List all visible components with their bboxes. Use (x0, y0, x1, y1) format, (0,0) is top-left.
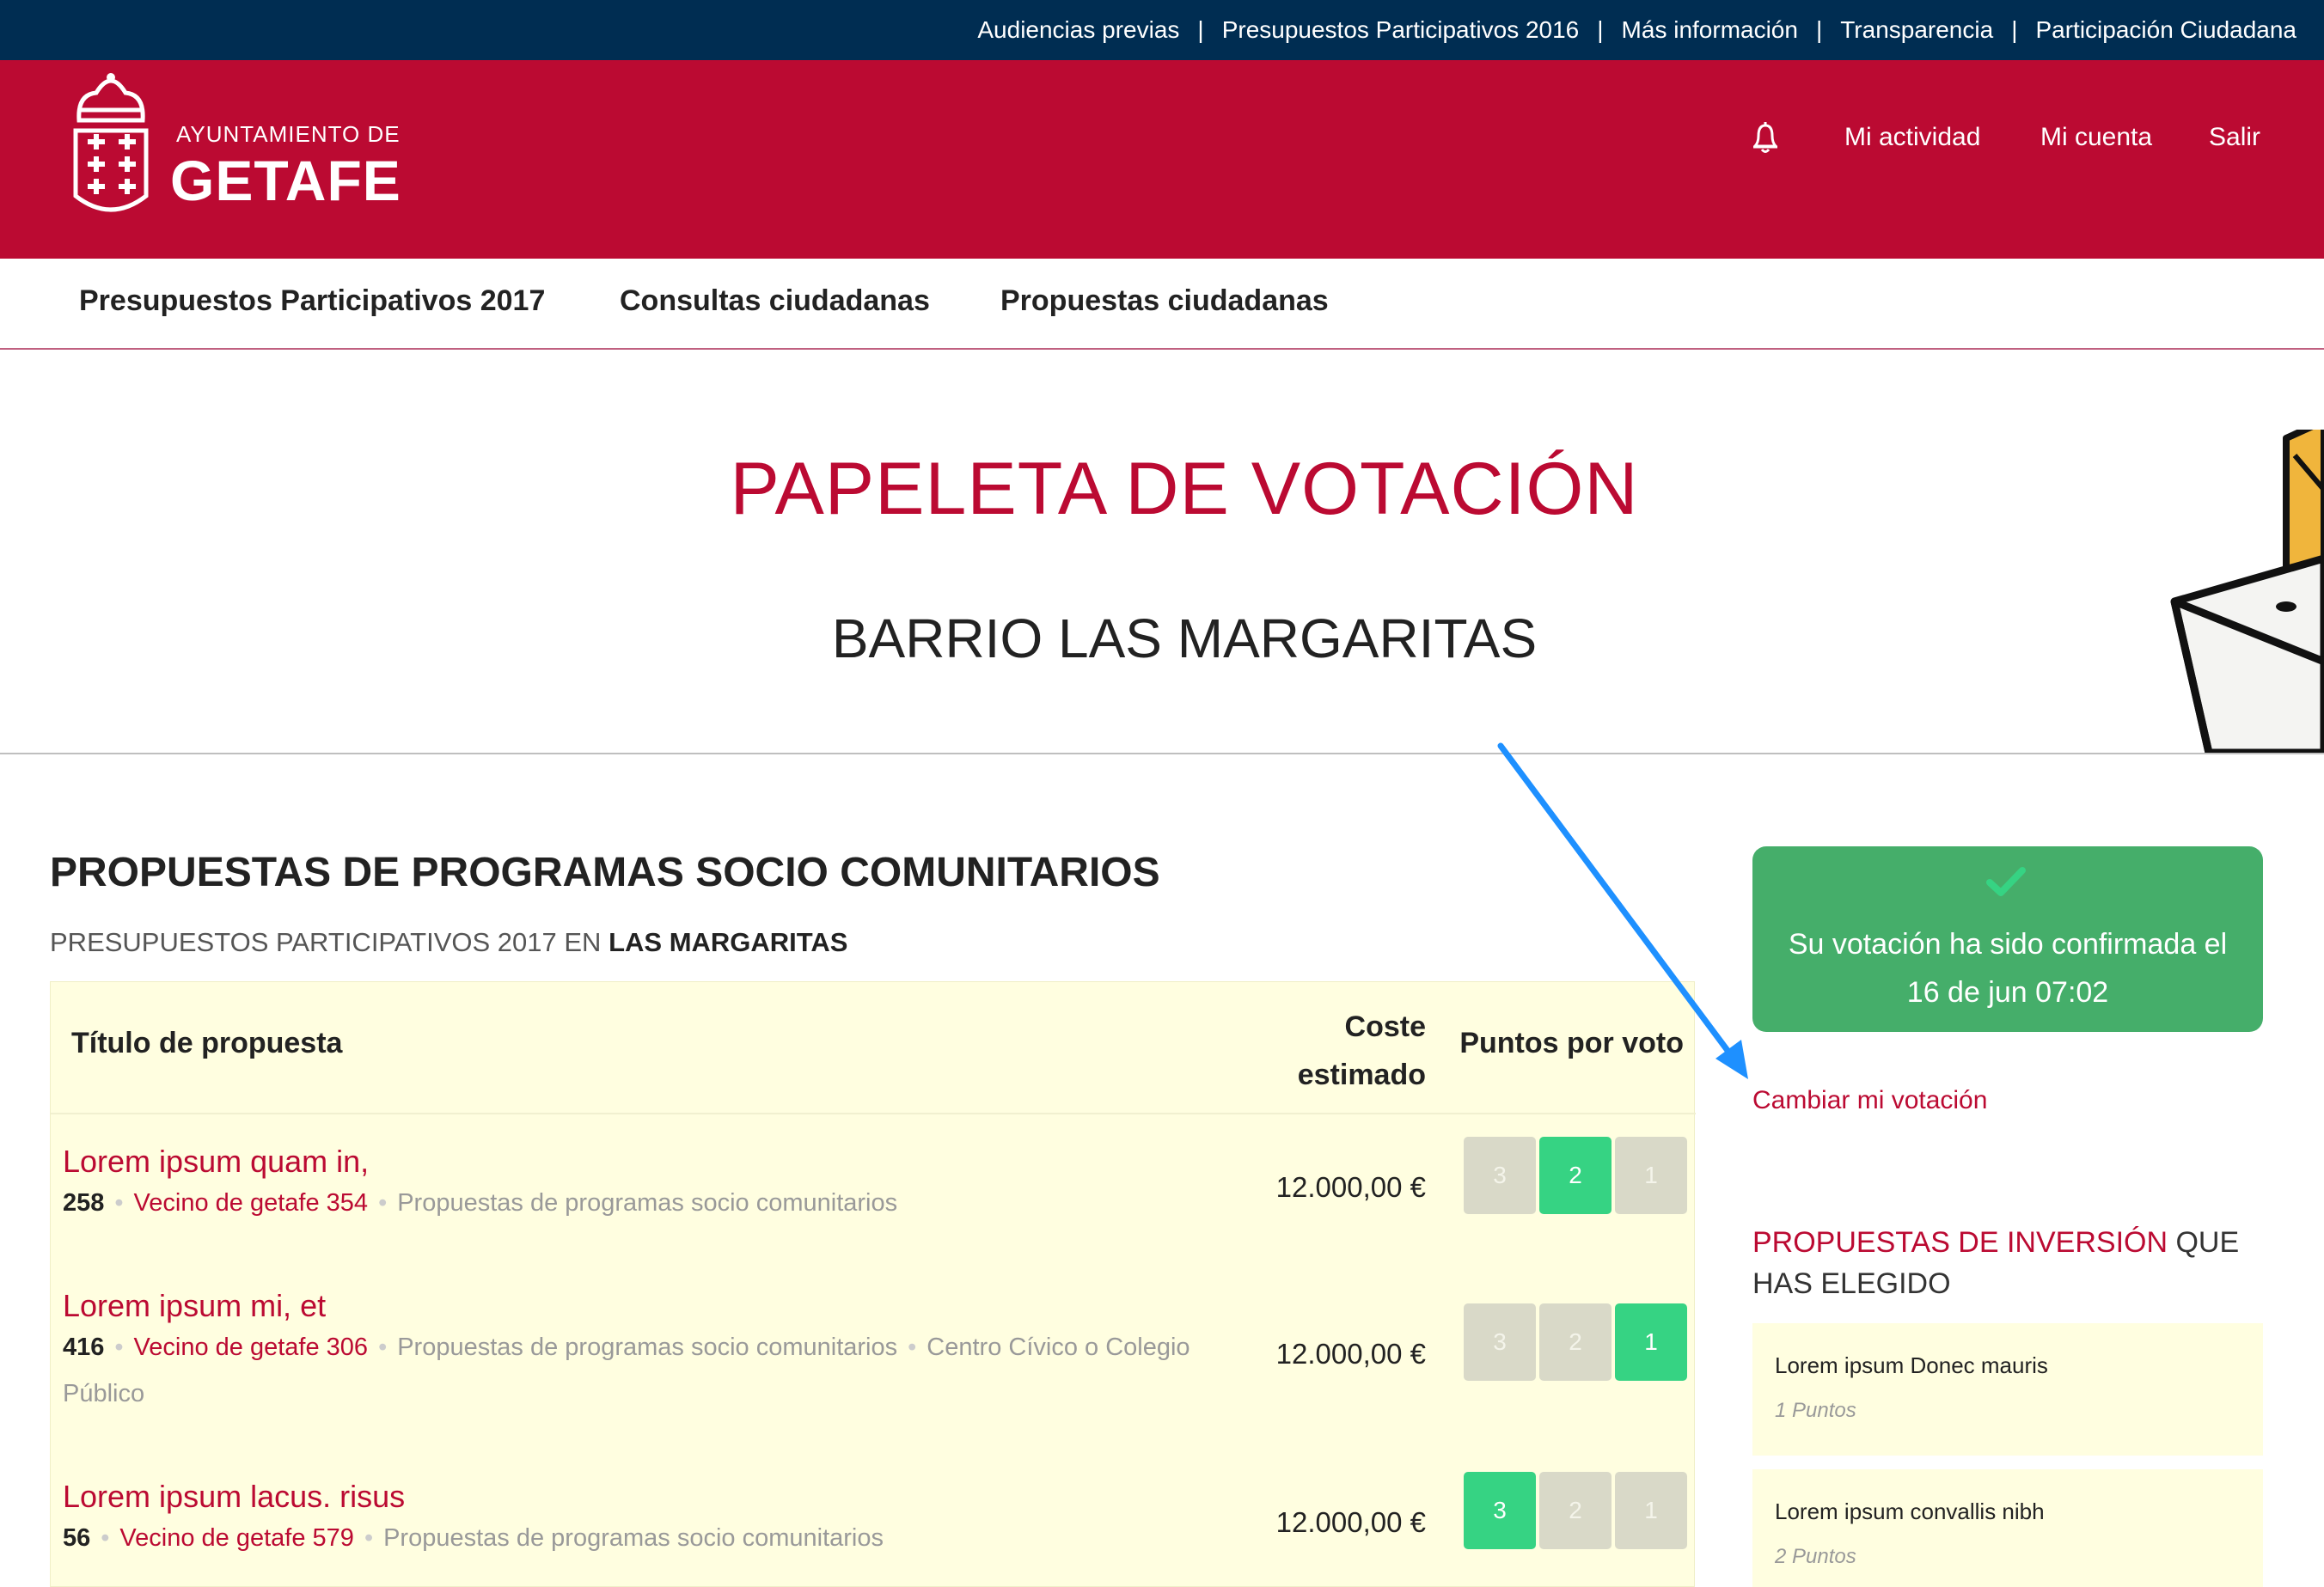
logo-caption: AYUNTAMIENTO DE (176, 121, 401, 147)
vote-confirmation-box: Su votación ha sido confirmada el 16 de … (1752, 846, 2263, 1032)
points-button-3[interactable]: 3 (1464, 1303, 1536, 1381)
top-links: Audiencias previas | Presupuestos Partic… (977, 0, 2296, 60)
proposal-meta: 258 • Vecino de getafe 354 • Propuestas de p… (63, 1180, 1197, 1226)
proposal-number: 56 (63, 1524, 91, 1552)
section-subtitle: PRESUPUESTOS PARTICIPATIVOS 2017 EN LAS … (50, 927, 848, 958)
proposal-cost: 12.000,00 € (1275, 1338, 1426, 1370)
change-vote-link[interactable]: Cambiar mi votación (1752, 1086, 1987, 1115)
proposal-category: Propuestas de programas socio comunitari… (397, 1334, 898, 1361)
chosen-proposal-card[interactable]: Lorem ipsum convallis nibh 2 Puntos (1752, 1469, 2263, 1587)
top-link-participacion[interactable]: Participación Ciudadana (2035, 16, 2296, 44)
proposal-category: Propuestas de programas socio comunitari… (383, 1524, 884, 1552)
chosen-proposal-name: Lorem ipsum Donec mauris (1775, 1352, 2048, 1378)
meta-dot: • (114, 1334, 124, 1361)
header-divider (51, 1113, 1696, 1114)
proposal-number: 416 (63, 1334, 105, 1361)
check-icon (1986, 867, 2026, 896)
annotation-arrow-icon (1497, 742, 1748, 1079)
separator: | (1815, 16, 1823, 43)
top-link-transparencia[interactable]: Transparencia (1840, 16, 1993, 44)
proposal-author-link[interactable]: Vecino de getafe 306 (134, 1334, 369, 1361)
separator: | (2011, 16, 2018, 43)
header-cost-line2: estimado (1297, 1059, 1426, 1091)
chosen-proposal-card[interactable]: Lorem ipsum Donec mauris 1 Puntos (1752, 1323, 2263, 1456)
proposal-author-link[interactable]: Vecino de getafe 354 (134, 1189, 369, 1217)
bell-icon[interactable] (1750, 120, 1781, 155)
confirmation-message: Su votación ha sido confirmada el 16 de … (1752, 920, 2263, 1016)
proposal-title-link[interactable]: Lorem ipsum quam in, (63, 1144, 369, 1180)
points-selector: 3 2 1 (1464, 1137, 1687, 1214)
page-title: PAPELETA DE VOTACIÓN (730, 448, 1639, 530)
getafe-crest-icon[interactable] (70, 69, 151, 222)
proposals-table: Título de propuesta Coste estimado Punto… (50, 981, 1696, 1587)
proposal-number: 258 (63, 1189, 105, 1217)
top-bar: Audiencias previas | Presupuestos Partic… (0, 0, 2324, 60)
nav-mi-cuenta[interactable]: Mi cuenta (2040, 120, 2152, 155)
proposal-cost: 12.000,00 € (1275, 1506, 1426, 1538)
top-link-audiencias[interactable]: Audiencias previas (977, 16, 1179, 44)
proposal-meta: 416 • Vecino de getafe 306 • Propuestas de p… (63, 1324, 1197, 1417)
nav-mi-actividad[interactable]: Mi actividad (1844, 120, 1980, 155)
points-button-1[interactable]: 1 (1615, 1303, 1687, 1381)
points-button-2[interactable]: 2 (1539, 1303, 1612, 1381)
meta-dot: • (378, 1334, 388, 1361)
points-button-3[interactable]: 3 (1464, 1137, 1536, 1214)
header-cost: Coste estimado (1168, 1003, 1426, 1099)
separator: | (1597, 16, 1604, 43)
proposal-author-link[interactable]: Vecino de getafe 579 (119, 1524, 354, 1552)
chosen-proposals-title: PROPUESTAS DE INVERSIÓN QUE HAS ELEGIDO (1752, 1222, 2263, 1304)
points-selector: 3 2 1 (1464, 1472, 1687, 1549)
header-cost-line1: Coste (1344, 1010, 1426, 1043)
chosen-proposal-points: 2 Puntos (1775, 1545, 1856, 1568)
main-nav-presupuestos-2017[interactable]: Presupuestos Participativos 2017 (79, 284, 545, 318)
meta-dot: • (114, 1189, 124, 1217)
main-nav: Presupuestos Participativos 2017 Consult… (0, 259, 2324, 350)
points-selector: 3 2 1 (1464, 1303, 1687, 1381)
confirmation-line1: Su votación ha sido confirmada el (1788, 928, 2228, 961)
meta-dot: • (378, 1189, 388, 1217)
nav-salir[interactable]: Salir (2209, 120, 2260, 155)
main-nav-consultas[interactable]: Consultas ciudadanas (620, 284, 930, 318)
page-subtitle: BARRIO LAS MARGARITAS (831, 607, 1538, 669)
meta-dot: • (101, 1524, 110, 1552)
proposal-title-link[interactable]: Lorem ipsum mi, et (63, 1288, 326, 1324)
meta-dot: • (364, 1524, 374, 1552)
points-button-2[interactable]: 2 (1539, 1472, 1612, 1549)
section-subtitle-prefix: PRESUPUESTOS PARTICIPATIVOS 2017 EN (50, 927, 602, 957)
section-subtitle-place: LAS MARGARITAS (609, 927, 848, 957)
proposal-meta: 56 • Vecino de getafe 579 • Propuestas de pr… (63, 1515, 1197, 1561)
points-button-1[interactable]: 1 (1615, 1137, 1687, 1214)
top-link-mas-informacion[interactable]: Más información (1622, 16, 1798, 44)
header-title: Título de propuesta (71, 1027, 343, 1059)
chosen-proposal-name: Lorem ipsum convallis nibh (1775, 1498, 2045, 1524)
ballot-box-illustration (2170, 430, 2324, 753)
top-link-presupuestos-2016[interactable]: Presupuestos Participativos 2016 (1222, 16, 1580, 44)
proposal-category: Propuestas de programas socio comunitari… (397, 1189, 898, 1217)
logo-name[interactable]: GETAFE (170, 148, 401, 213)
chosen-proposal-points: 1 Puntos (1775, 1399, 1856, 1422)
main-nav-propuestas[interactable]: Propuestas ciudadanas (1000, 284, 1329, 318)
points-button-1[interactable]: 1 (1615, 1472, 1687, 1549)
section-title: PROPUESTAS DE PROGRAMAS SOCIO COMUNITARI… (50, 850, 1160, 895)
proposal-cost: 12.000,00 € (1275, 1171, 1426, 1203)
points-button-2[interactable]: 2 (1539, 1137, 1612, 1214)
meta-dot: • (908, 1334, 917, 1361)
confirmation-date: 16 de jun 07:02 (1906, 976, 2109, 1009)
points-button-3[interactable]: 3 (1464, 1472, 1536, 1549)
chosen-title-highlight: PROPUESTAS DE INVERSIÓN (1752, 1226, 2168, 1259)
proposal-title-link[interactable]: Lorem ipsum lacus. risus (63, 1479, 405, 1515)
separator: | (1197, 16, 1204, 43)
hero-divider (0, 753, 2324, 754)
